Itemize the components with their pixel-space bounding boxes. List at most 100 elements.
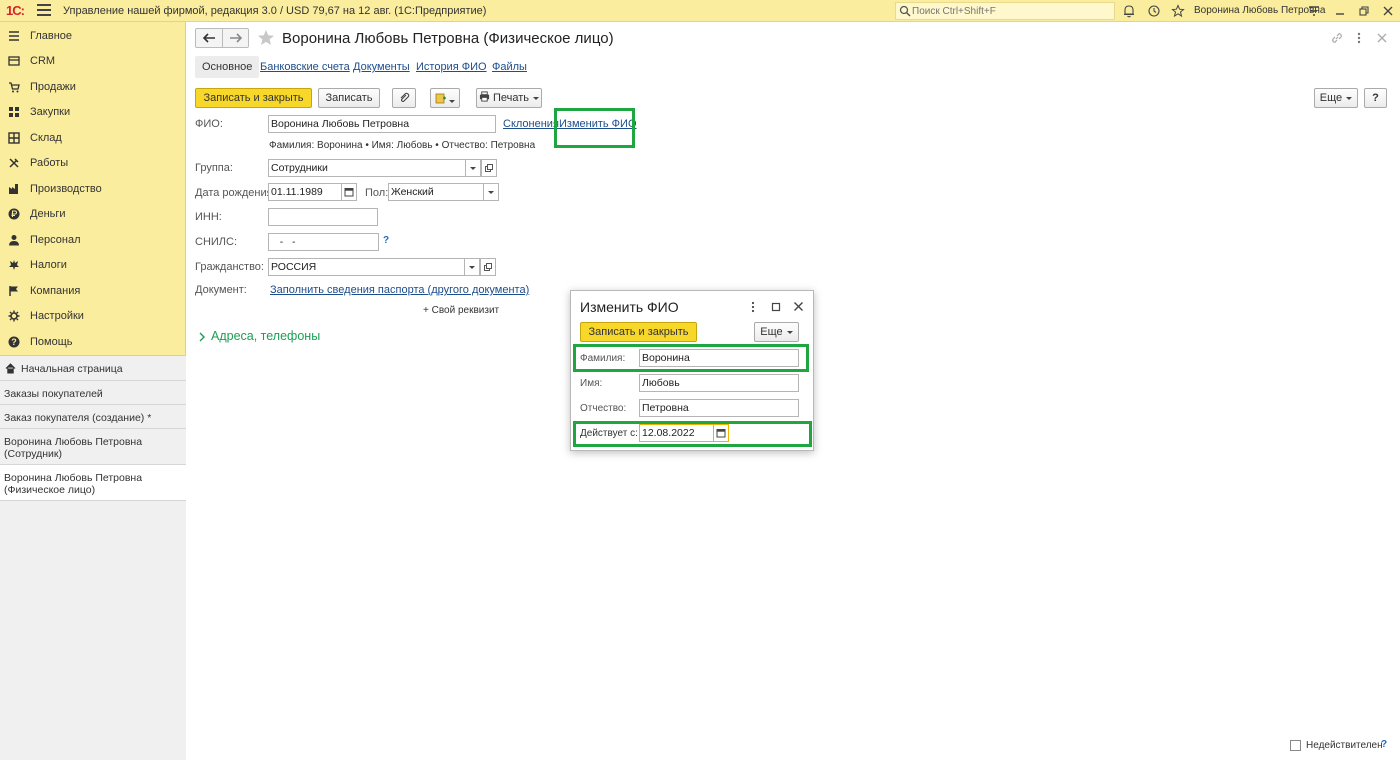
inactive-help-icon[interactable]: ? (1381, 739, 1387, 750)
sidebar-item-settings[interactable]: Настройки (0, 304, 186, 328)
crm-icon (8, 56, 20, 66)
sidebar-item-label: Помощь (30, 336, 73, 348)
dialog-more-button[interactable]: Еще (754, 322, 799, 342)
add-attribute-link[interactable]: + Свой реквизит (423, 305, 499, 316)
sidebar-item-label: Работы (30, 157, 69, 169)
close-form-icon[interactable] (1375, 31, 1389, 45)
sidebar-item-purchases[interactable]: Закупки (0, 100, 186, 124)
inactive-checkbox[interactable] (1290, 740, 1301, 751)
fio-breakdown: Фамилия: Воронина • Имя: Любовь • Отчест… (269, 140, 536, 151)
tab-bank-accounts[interactable]: Банковские счета (260, 56, 350, 78)
patronymic-field[interactable]: Петровна (639, 399, 799, 417)
print-button[interactable]: Печать (476, 88, 542, 108)
gender-field[interactable]: Женский (388, 183, 484, 201)
sidebar-item-main[interactable]: Главное (0, 24, 186, 48)
name-label: Имя: (580, 378, 603, 389)
link-icon[interactable] (1330, 31, 1344, 45)
more-button[interactable]: Еще (1314, 88, 1358, 108)
tab-documents[interactable]: Документы (353, 56, 410, 78)
tab-main[interactable]: Основное (195, 56, 260, 78)
inn-label: ИНН: (195, 211, 222, 223)
history-icon[interactable] (1147, 4, 1161, 18)
citizenship-open-button[interactable] (480, 258, 496, 276)
group-open-button[interactable] (481, 159, 497, 177)
sales-icon (9, 82, 20, 93)
create-based-on-button[interactable] (430, 88, 460, 108)
patronymic-label: Отчество: (580, 403, 627, 414)
open-window-orders[interactable]: Заказы покупателей (0, 381, 186, 405)
sidebar-item-staff[interactable]: Персонал (0, 228, 186, 252)
sidebar-item-label: Производство (30, 183, 102, 195)
declensions-link[interactable]: Склонения (503, 118, 559, 130)
paperclip-icon (400, 92, 410, 103)
sidebar-item-label: Главное (30, 30, 73, 42)
print-label: Печать (493, 92, 530, 104)
forward-button[interactable] (223, 29, 249, 47)
menu-lines-icon (9, 31, 19, 41)
birth-date-calendar-button[interactable] (341, 183, 357, 201)
open-window-employee[interactable]: Воронина Любовь Петровна (Сотрудник) (0, 429, 186, 465)
citizenship-label: Гражданство: (195, 261, 264, 273)
dialog-save-close-button[interactable]: Записать и закрыть (580, 322, 697, 342)
document-label: Документ: (195, 284, 247, 296)
sidebar-item-taxes[interactable]: Налоги (0, 253, 186, 277)
sidebar-item-help[interactable]: ? Помощь (0, 330, 186, 354)
bell-icon[interactable] (1122, 4, 1136, 18)
back-button[interactable] (196, 29, 222, 47)
save-close-button[interactable]: Записать и закрыть (195, 88, 312, 108)
inn-field[interactable] (268, 208, 378, 226)
group-dropdown-button[interactable] (465, 159, 481, 177)
save-close-label: Записать и закрыть (203, 92, 304, 104)
search-icon (899, 5, 911, 17)
help-button[interactable]: ? (1364, 88, 1387, 108)
snils-help-icon[interactable]: ? (383, 235, 389, 246)
user-name[interactable]: Воронина Любовь Петровна (1194, 5, 1326, 16)
chevron-right-icon (199, 332, 205, 342)
fio-label: ФИО: (195, 118, 223, 130)
search-input[interactable] (912, 4, 1112, 18)
close-icon[interactable] (1381, 4, 1395, 18)
favorites-icon[interactable] (1171, 4, 1185, 18)
favorite-star-icon[interactable] (257, 29, 275, 47)
group-field[interactable]: Сотрудники (268, 159, 466, 177)
tab-files[interactable]: Файлы (492, 56, 527, 78)
taxes-icon (9, 260, 19, 270)
sidebar-item-warehouse[interactable]: Склад (0, 126, 186, 150)
attach-button[interactable] (392, 88, 416, 108)
sidebar-item-label: Закупки (30, 106, 71, 118)
more-vertical-icon[interactable] (748, 301, 758, 313)
sidebar-item-money[interactable]: Деньги (0, 202, 186, 226)
restore-icon[interactable] (1357, 4, 1371, 18)
sidebar-item-company[interactable]: Компания (0, 279, 186, 303)
settings-lines-icon[interactable] (1307, 4, 1321, 18)
fio-field[interactable]: Воронина Любовь Петровна (268, 115, 496, 133)
open-window-home[interactable]: Начальная страница (0, 356, 186, 381)
sidebar-item-label: Склад (30, 132, 62, 144)
calendar-icon (344, 188, 354, 197)
name-field[interactable]: Любовь (639, 374, 799, 392)
open-window-order-new[interactable]: Заказ покупателя (создание) * (0, 405, 186, 429)
birth-date-field[interactable]: 01.11.1989 (268, 183, 342, 201)
close-icon[interactable] (793, 301, 804, 312)
gender-dropdown-button[interactable] (483, 183, 499, 201)
save-button[interactable]: Записать (318, 88, 380, 108)
citizenship-dropdown-button[interactable] (464, 258, 480, 276)
fill-passport-link[interactable]: Заполнить сведения паспорта (другого док… (270, 284, 529, 296)
sidebar-item-production[interactable]: Производство (0, 177, 186, 201)
tab-fio-history[interactable]: История ФИО (416, 56, 487, 78)
sidebar-item-sales[interactable]: Продажи (0, 75, 186, 99)
main-menu-icon[interactable] (37, 4, 51, 16)
global-search[interactable] (895, 2, 1115, 20)
maximize-icon[interactable] (771, 302, 781, 312)
warehouse-icon (8, 132, 20, 144)
sidebar-item-works[interactable]: Работы (0, 151, 186, 175)
flag-icon (9, 286, 18, 296)
open-window-person[interactable]: Воронина Любовь Петровна (Физическое лиц… (0, 465, 186, 501)
citizenship-field[interactable]: РОССИЯ (268, 258, 465, 276)
change-fio-dialog: Изменить ФИО Записать и закрыть Еще Фами… (570, 290, 814, 451)
snils-field[interactable]: - - (268, 233, 379, 251)
save-label: Записать (325, 92, 373, 104)
sidebar-item-crm[interactable]: CRM (0, 49, 186, 73)
more-vertical-icon[interactable] (1352, 31, 1366, 45)
minimize-icon[interactable] (1333, 4, 1347, 18)
